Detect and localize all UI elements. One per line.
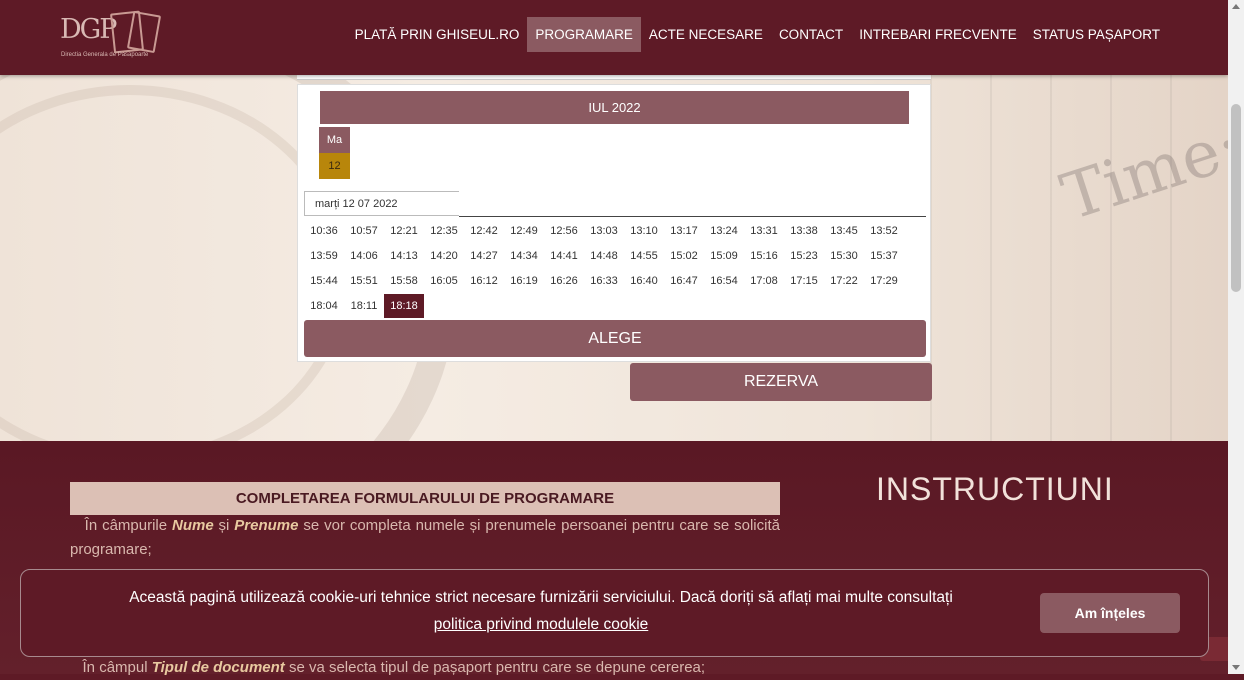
dgp-logo[interactable]: DGP Directia Generala de Pasapoarte	[60, 10, 162, 62]
time-slot[interactable]: 14:48	[584, 244, 624, 268]
selected-date-field[interactable]: marți 12 07 2022	[304, 191, 459, 216]
time-slot[interactable]: 17:29	[864, 269, 904, 293]
time-slot[interactable]: 15:44	[304, 269, 344, 293]
time-slot[interactable]: 13:03	[584, 219, 624, 243]
date-underline	[459, 216, 926, 217]
weekday-header: Ma	[319, 127, 350, 153]
main-nav: PLATĂ PRIN GHISEUL.RO PROGRAMARE ACTE NE…	[347, 17, 1168, 52]
para1-term-nume: Nume	[171, 517, 214, 534]
time-slot[interactable]: 16:33	[584, 269, 624, 293]
time-slot[interactable]: 13:59	[304, 244, 344, 268]
time-slot[interactable]: 17:08	[744, 269, 784, 293]
page-scrollbar[interactable]	[1228, 0, 1244, 674]
time-slot[interactable]: 15:51	[344, 269, 384, 293]
time-slot[interactable]: 15:09	[704, 244, 744, 268]
calendar-panel: IUL 2022 Ma 12 marți 12 07 2022 10:36 10:…	[297, 84, 931, 362]
time-slot[interactable]: 12:56	[544, 219, 584, 243]
time-slot[interactable]: 13:10	[624, 219, 664, 243]
time-slot[interactable]: 13:52	[864, 219, 904, 243]
time-slot[interactable]: 12:35	[424, 219, 464, 243]
cookie-policy-link[interactable]: politica privind modulele cookie	[101, 616, 981, 634]
time-slot[interactable]: 10:57	[344, 219, 384, 243]
scrollbar-thumb[interactable]	[1231, 104, 1241, 292]
form-field-edge	[297, 75, 931, 80]
instruction-paragraph-document: În câmpul Tipul de document se va select…	[70, 656, 780, 680]
time-slot[interactable]: 14:41	[544, 244, 584, 268]
logo-text: DGP	[60, 14, 117, 45]
choose-button[interactable]: ALEGE	[304, 320, 926, 357]
time-slot[interactable]: 12:49	[504, 219, 544, 243]
time-slot[interactable]: 14:20	[424, 244, 464, 268]
time-slot[interactable]: 16:05	[424, 269, 464, 293]
scroll-up-arrow-icon[interactable]	[1232, 4, 1240, 9]
time-slot[interactable]: 15:37	[864, 244, 904, 268]
scroll-down-arrow-icon[interactable]	[1232, 665, 1240, 670]
nav-contact[interactable]: CONTACT	[771, 17, 851, 52]
time-slot[interactable]: 12:21	[384, 219, 424, 243]
nav-programare[interactable]: PROGRAMARE	[527, 17, 641, 52]
nav-acte-necesare[interactable]: ACTE NECESARE	[641, 17, 771, 52]
time-slot[interactable]: 15:16	[744, 244, 784, 268]
time-slot[interactable]: 17:22	[824, 269, 864, 293]
nav-status-pasaport[interactable]: STATUS PAȘAPORT	[1025, 17, 1168, 52]
para3-text-a: În câmpul	[82, 659, 152, 676]
cookie-message: Această pagină utilizează cookie-uri teh…	[129, 589, 953, 606]
time-slot[interactable]: 14:13	[384, 244, 424, 268]
time-slot[interactable]: 15:58	[384, 269, 424, 293]
cookie-accept-button[interactable]: Am înțeles	[1040, 593, 1180, 633]
time-slot[interactable]: 17:15	[784, 269, 824, 293]
logo-subtitle: Directia Generala de Pasapoarte	[61, 52, 149, 58]
para1-text-a: În câmpurile	[84, 517, 172, 534]
time-slot[interactable]: 13:38	[784, 219, 824, 243]
time-slot[interactable]: 16:12	[464, 269, 504, 293]
reserve-button[interactable]: REZERVA	[630, 363, 932, 401]
time-slot[interactable]: 16:40	[624, 269, 664, 293]
time-slot[interactable]: 15:30	[824, 244, 864, 268]
time-slot[interactable]: 14:34	[504, 244, 544, 268]
time-slot[interactable]: 16:47	[664, 269, 704, 293]
cookie-banner: Această pagină utilizează cookie-uri teh…	[20, 569, 1209, 657]
month-header: IUL 2022	[320, 91, 909, 124]
instructions-heading: INSTRUCTIUNI	[876, 471, 1114, 507]
time-slot[interactable]: 14:55	[624, 244, 664, 268]
nav-plata[interactable]: PLATĂ PRIN GHISEUL.RO	[347, 17, 528, 52]
para1-text-c: și	[213, 517, 235, 534]
time-slot[interactable]: 14:27	[464, 244, 504, 268]
nav-intrebari[interactable]: INTREBARI FRECVENTE	[851, 17, 1025, 52]
time-slot[interactable]: 13:24	[704, 219, 744, 243]
time-slot[interactable]: 13:31	[744, 219, 784, 243]
time-slot[interactable]: 18:11	[344, 294, 384, 318]
time-slot[interactable]: 13:45	[824, 219, 864, 243]
time-slot[interactable]: 15:02	[664, 244, 704, 268]
time-slot[interactable]: 18:18	[384, 294, 424, 318]
form-instructions-title: COMPLETAREA FORMULARULUI DE PROGRAMARE	[70, 482, 780, 515]
top-navbar: DGP Directia Generala de Pasapoarte PLAT…	[0, 0, 1228, 75]
instruction-paragraph-name: În câmpurile Nume și Prenume se vor comp…	[70, 514, 780, 562]
time-slot[interactable]: 10:36	[304, 219, 344, 243]
time-slot[interactable]: 14:06	[344, 244, 384, 268]
calendar-day[interactable]: 12	[319, 153, 350, 179]
time-slot[interactable]: 18:04	[304, 294, 344, 318]
para3-term-document: Tipul de document	[151, 659, 285, 676]
time-slot[interactable]: 15:23	[784, 244, 824, 268]
para3-text-c: se va selecta tipul de pașaport pentru c…	[284, 659, 706, 676]
passport-back-icon	[126, 10, 162, 54]
time-slot[interactable]: 16:19	[504, 269, 544, 293]
time-slot[interactable]: 16:26	[544, 269, 584, 293]
time-slot[interactable]: 12:42	[464, 219, 504, 243]
para1-term-prenume: Prenume	[234, 517, 299, 534]
time-slot[interactable]: 13:17	[664, 219, 704, 243]
time-slot[interactable]: 16:54	[704, 269, 744, 293]
